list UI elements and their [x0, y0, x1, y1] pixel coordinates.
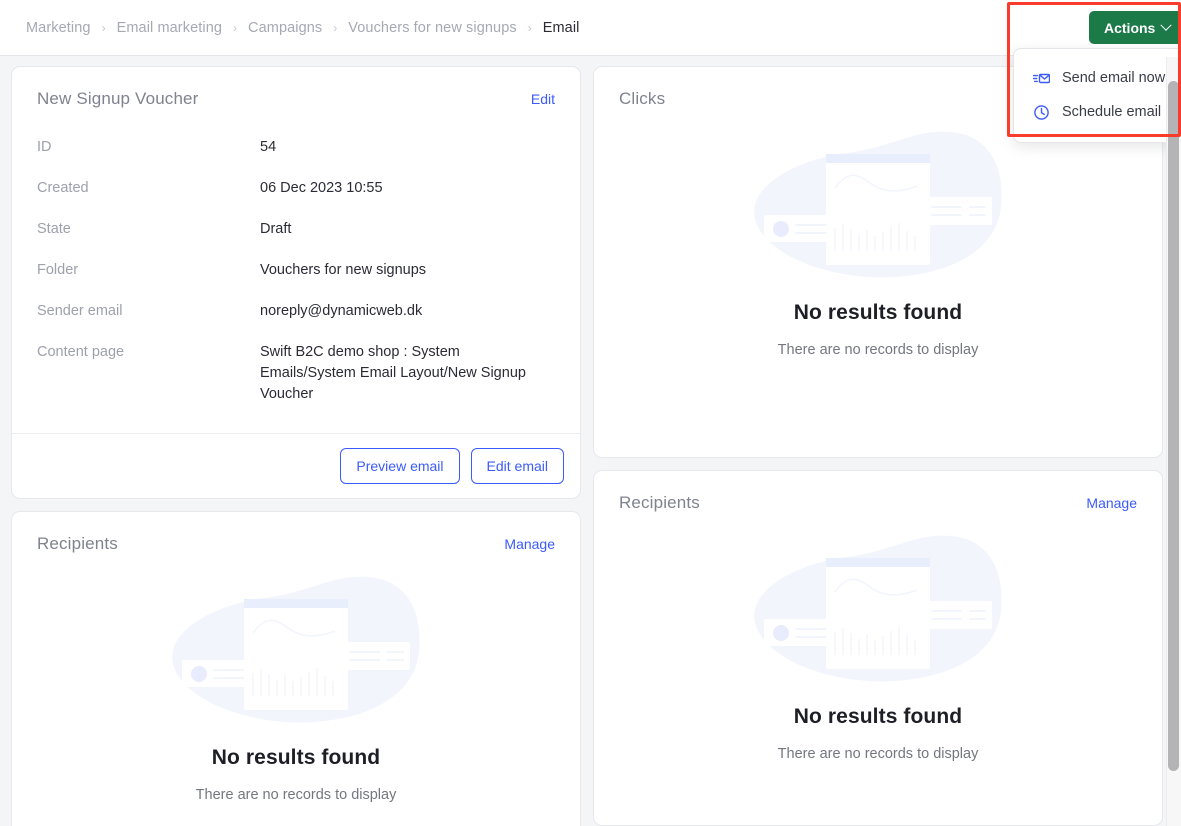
- recipients-card-right-header: Recipients Manage: [594, 471, 1162, 513]
- email-details-card-header: New Signup Voucher Edit: [12, 67, 580, 109]
- breadcrumb-separator: ›: [333, 20, 338, 35]
- detail-value: 54: [260, 139, 277, 155]
- empty-state: No results found There are no records to…: [594, 109, 1162, 457]
- breadcrumb-item-email: Email: [542, 19, 580, 36]
- preview-email-button[interactable]: Preview email: [340, 448, 460, 485]
- detail-label: Folder: [37, 262, 79, 279]
- recipients-card-right: Recipients Manage No results found There…: [593, 470, 1163, 826]
- email-details-card: New Signup Voucher Edit ID 54 Created 06 De…: [11, 66, 581, 500]
- recipients-card-left-header: Recipients Manage: [12, 512, 580, 554]
- empty-state-title: No results found: [793, 705, 963, 728]
- detail-value: Swift B2C demo shop : System Emails/Syst…: [260, 344, 526, 403]
- breadcrumb-item-email-marketing[interactable]: Email marketing: [117, 20, 222, 36]
- actions-button-label: Actions: [1104, 19, 1156, 36]
- edit-link[interactable]: Edit: [531, 91, 555, 107]
- empty-state-subtitle: There are no records to display: [777, 746, 979, 762]
- empty-state-subtitle: There are no records to display: [195, 787, 397, 804]
- detail-label: ID: [37, 139, 52, 155]
- recipients-title: Recipients: [619, 493, 700, 512]
- clicks-title: Clicks: [619, 89, 666, 108]
- empty-state: No results found There are no records to…: [12, 554, 580, 826]
- detail-value: 06 Dec 2023 10:55: [260, 180, 383, 197]
- detail-value: Vouchers for new signups: [260, 262, 427, 279]
- empty-state-subtitle: There are no records to display: [777, 342, 979, 358]
- empty-state-title: No results found: [211, 746, 381, 770]
- no-results-illustration: [743, 527, 1013, 687]
- actions-button[interactable]: Actions: [1089, 11, 1181, 44]
- detail-row: ID 54: [37, 137, 555, 158]
- left-column: New Signup Voucher Edit ID 54 Created 06 De…: [11, 66, 581, 826]
- page-title: New Signup Voucher: [37, 89, 199, 108]
- no-results-illustration: [161, 568, 431, 728]
- breadcrumb-item-campaigns[interactable]: Campaigns: [248, 20, 322, 36]
- detail-label: Sender email: [37, 303, 123, 320]
- column-layout: New Signup Voucher Edit ID 54 Created 06 De…: [11, 66, 1170, 826]
- menu-item-schedule-email[interactable]: Schedule email: [1014, 95, 1181, 129]
- detail-label: Content page: [37, 344, 125, 361]
- page-content: New Signup Voucher Edit ID 54 Created 06 De…: [0, 57, 1181, 826]
- email-details-card-footer: Preview email Edit email: [12, 433, 580, 498]
- menu-item-send-email-now[interactable]: Send email now: [1014, 61, 1181, 95]
- breadcrumb: Marketing › Email marketing › Campaigns › Vouc…: [26, 20, 580, 36]
- detail-row: Folder Vouchers for new signups: [37, 260, 555, 281]
- menu-item-label: Send email now: [1062, 70, 1166, 86]
- clock-icon: [1033, 104, 1050, 121]
- recipients-title: Recipients: [37, 534, 118, 554]
- empty-state-title: No results found: [793, 301, 963, 324]
- edit-email-button[interactable]: Edit email: [470, 448, 564, 485]
- chevron-down-icon: [1160, 19, 1173, 31]
- recipients-card-left: Recipients Manage No results found There…: [11, 511, 581, 826]
- no-results-illustration: [743, 123, 1013, 283]
- breadcrumb-separator: ›: [233, 20, 238, 35]
- manage-link[interactable]: Manage: [1086, 495, 1137, 511]
- breadcrumb-item-vouchers-for-new-signups[interactable]: Vouchers for new signups: [348, 20, 516, 36]
- top-bar: Marketing › Email marketing › Campaigns › Vouc…: [0, 0, 1181, 56]
- detail-label: State: [37, 221, 71, 238]
- empty-state: No results found There are no records to…: [594, 513, 1162, 825]
- detail-row: Created 06 Dec 2023 10:55: [37, 178, 555, 199]
- detail-label: Created: [37, 180, 89, 197]
- detail-row: State Draft: [37, 219, 555, 240]
- right-column: Clicks No results found There are no rec…: [593, 66, 1163, 826]
- actions-dropdown-menu[interactable]: Send email now Schedule email: [1013, 48, 1181, 143]
- breadcrumb-item-marketing[interactable]: Marketing: [26, 20, 91, 36]
- detail-value: noreply@dynamicweb.dk: [260, 303, 423, 320]
- email-details-list: ID 54 Created 06 Dec 2023 10:55 State Draft Fo…: [12, 109, 580, 405]
- scrollbar-thumb[interactable]: [1168, 81, 1179, 771]
- send-email-icon: [1033, 70, 1050, 87]
- detail-value: Draft: [260, 221, 292, 238]
- detail-row: Sender email noreply@dynamicweb.dk: [37, 301, 555, 322]
- menu-item-label: Schedule email: [1062, 104, 1162, 120]
- manage-link[interactable]: Manage: [504, 536, 555, 552]
- breadcrumb-separator: ›: [101, 20, 106, 35]
- breadcrumb-separator: ›: [527, 20, 532, 35]
- detail-row: Content page Swift B2C demo shop : System…: [37, 342, 555, 405]
